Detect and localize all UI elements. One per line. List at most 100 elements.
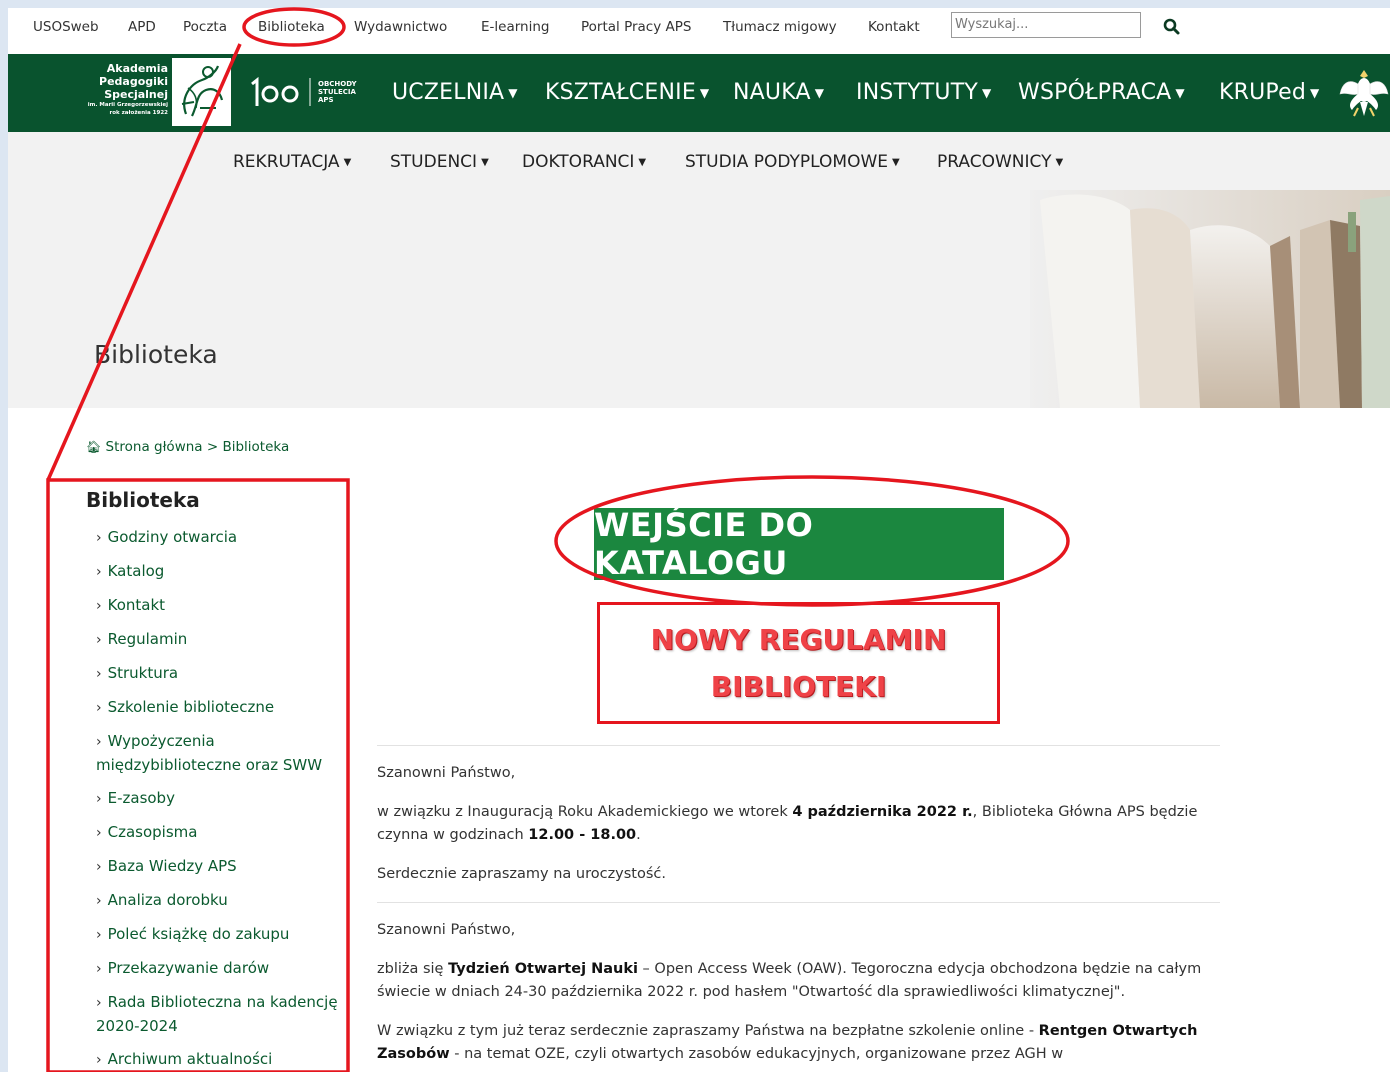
- chevron-right-icon: ›: [96, 893, 102, 909]
- nav-label: KSZTAŁCENIE: [545, 80, 696, 105]
- top-link-e-learning[interactable]: E-learning: [481, 19, 549, 35]
- nav-kruped[interactable]: KRUPed ▼: [1219, 80, 1319, 105]
- subnav-label: REKRUTACJA: [233, 152, 340, 172]
- chevron-right-icon: ›: [96, 564, 102, 580]
- sidebar-item-struktura[interactable]: › Struktura: [86, 662, 346, 686]
- sidebar-item-archiwum[interactable]: › Archiwum aktualności: [86, 1048, 346, 1072]
- chevron-right-icon: ›: [96, 632, 102, 648]
- subnav-doktoranci[interactable]: DOKTORANCI ▼: [522, 152, 646, 172]
- news-paragraph: w związku z Inauguracją Roku Akademickie…: [377, 801, 1222, 847]
- sidebar-item-label: Przekazywanie darów: [107, 959, 270, 977]
- search-icon[interactable]: [1162, 17, 1182, 37]
- logo-line: im. Marii Grzegorzewskiej: [87, 102, 168, 108]
- caret-down-icon: ▼: [1175, 86, 1185, 100]
- catalog-entry-button[interactable]: WEJŚCIE DO KATALOGU: [594, 506, 1004, 582]
- sidebar-item-wypozyczenia[interactable]: › Wypożyczenia międzybiblioteczne oraz SW…: [86, 730, 346, 777]
- top-link-tlumacz-migowy[interactable]: Tłumacz migowy: [723, 19, 837, 35]
- nav-ksztalcenie[interactable]: KSZTAŁCENIE ▼: [545, 80, 709, 105]
- regulation-line: BIBLIOTEKI: [710, 670, 887, 703]
- sidebar-item-rada-biblioteczna[interactable]: › Rada Biblioteczna na kadencję 2020-2024: [86, 991, 346, 1038]
- main-header: Akademia Pedagogiki Specjalnej im. Marii…: [8, 54, 1390, 132]
- nav-label: NAUKA: [733, 80, 811, 105]
- subnav-label: STUDENCI: [390, 152, 478, 172]
- caret-down-icon: ▼: [343, 156, 352, 168]
- breadcrumb-home[interactable]: Strona główna: [106, 439, 203, 455]
- sidebar-item-regulamin[interactable]: › Regulamin: [86, 628, 346, 652]
- top-link-apd[interactable]: APD: [128, 19, 156, 35]
- nav-label: INSTYTUTY: [856, 80, 979, 105]
- sidebar-item-e-zasoby[interactable]: › E-zasoby: [86, 787, 346, 811]
- sidebar-item-kontakt[interactable]: › Kontakt: [86, 594, 346, 618]
- caret-down-icon: ▼: [982, 86, 992, 100]
- news-paragraph: W związku z tym już teraz serdecznie zap…: [377, 1020, 1222, 1066]
- regulation-line: NOWY REGULAMIN: [650, 623, 947, 656]
- sidebar-item-label: Baza Wiedzy APS: [107, 857, 237, 875]
- subnav-pracownicy[interactable]: PRACOWNICY ▼: [937, 152, 1063, 172]
- sidebar-item-label: Rada Biblioteczna na kadencję 2020-2024: [96, 993, 338, 1035]
- chevron-right-icon: ›: [96, 700, 102, 716]
- sidebar-menu: › Godziny otwarcia › Katalog › Kontakt › Reg…: [86, 526, 346, 1072]
- home-icon[interactable]: 🏠︎: [86, 440, 101, 454]
- caret-down-icon: ▼: [638, 156, 647, 168]
- chevron-right-icon: ›: [96, 791, 102, 807]
- sidebar-item-label: Kontakt: [107, 596, 166, 614]
- sidebar-item-label: Godziny otwarcia: [107, 528, 238, 546]
- subnav-studia-podyplomowe[interactable]: STUDIA PODYPLOMOWE ▼: [685, 152, 900, 172]
- event-highlight: Tydzień Otwartej Nauki: [448, 961, 638, 977]
- logo-line: Pedagogiki: [99, 75, 168, 88]
- news-paragraph: zbliża się Tydzień Otwartej Nauki – Open…: [377, 958, 1222, 1004]
- chevron-right-icon: ›: [96, 995, 102, 1011]
- nav-uczelnia[interactable]: UCZELNIA ▼: [392, 80, 518, 105]
- nav-label: WSPÓŁPRACA: [1018, 80, 1172, 105]
- top-link-biblioteka[interactable]: Biblioteka: [258, 19, 325, 35]
- regulation-text: NOWY REGULAMIN BIBLIOTEKI: [651, 616, 947, 710]
- caret-down-icon: ▼: [892, 156, 900, 168]
- top-link-kontakt[interactable]: Kontakt: [868, 19, 920, 35]
- subnav-rekrutacja[interactable]: REKRUTACJA ▼: [233, 152, 351, 172]
- books-image: [1030, 190, 1390, 408]
- sidebar-item-polec-ksiazke[interactable]: › Poleć książkę do zakupu: [86, 923, 346, 947]
- caret-down-icon: ▼: [508, 86, 518, 100]
- nav-instytuty[interactable]: INSTYTUTY ▼: [856, 80, 991, 105]
- chevron-right-icon: ›: [96, 859, 102, 875]
- centenary-text: APS: [318, 96, 334, 104]
- subnav-studenci[interactable]: STUDENCI ▼: [390, 152, 489, 172]
- divider: [377, 745, 1220, 746]
- sidebar-item-baza-wiedzy[interactable]: › Baza Wiedzy APS: [86, 855, 346, 879]
- sidebar-item-label: Szkolenie biblioteczne: [107, 698, 275, 716]
- chevron-right-icon: ›: [96, 825, 102, 841]
- caret-down-icon: ▼: [1055, 156, 1064, 168]
- text-span: .: [636, 827, 641, 843]
- sidebar-title: Biblioteka: [86, 488, 200, 512]
- sidebar-item-godziny-otwarcia[interactable]: › Godziny otwarcia: [86, 526, 346, 550]
- nav-nauka[interactable]: NAUKA ▼: [733, 80, 824, 105]
- sidebar-item-analiza-dorobku[interactable]: › Analiza dorobku: [86, 889, 346, 913]
- sidebar-item-czasopisma[interactable]: › Czasopisma: [86, 821, 346, 845]
- page-title: Biblioteka: [94, 340, 218, 369]
- nav-wspolpraca[interactable]: WSPÓŁPRACA ▼: [1018, 80, 1185, 105]
- divider: [377, 902, 1220, 903]
- sidebar-item-szkolenie[interactable]: › Szkolenie biblioteczne: [86, 696, 346, 720]
- search-input[interactable]: Wyszukaj...: [951, 12, 1141, 38]
- chevron-right-icon: ›: [96, 598, 102, 614]
- greeting-text: Szanowni Państwo,: [377, 765, 516, 781]
- sidebar-item-katalog[interactable]: › Katalog: [86, 560, 346, 584]
- subnav-label: PRACOWNICY: [937, 152, 1052, 172]
- text-span: w związku z Inauguracją Roku Akademickie…: [377, 804, 793, 820]
- new-regulation-banner[interactable]: NOWY REGULAMIN BIBLIOTEKI: [597, 602, 1000, 724]
- sidebar-item-label: E-zasoby: [107, 789, 175, 807]
- university-emblem-icon[interactable]: [172, 58, 231, 126]
- caret-down-icon: ▼: [699, 86, 710, 100]
- breadcrumb-current: Biblioteka: [222, 439, 290, 455]
- sidebar-item-label: Poleć książkę do zakupu: [107, 925, 290, 943]
- top-link-portal-pracy[interactable]: Portal Pracy APS: [581, 19, 691, 35]
- sidebar-item-przekazywanie-darow[interactable]: › Przekazywanie darów: [86, 957, 346, 981]
- text-span: W związku z tym już teraz serdecznie zap…: [377, 1023, 1039, 1039]
- top-link-wydawnictwo[interactable]: Wydawnictwo: [354, 19, 447, 35]
- top-link-poczta[interactable]: Poczta: [183, 19, 227, 35]
- top-link-usosweb[interactable]: USOSweb: [33, 19, 99, 35]
- university-logo-text[interactable]: Akademia Pedagogiki Specjalnej im. Marii…: [76, 62, 168, 117]
- chevron-right-icon: ›: [96, 530, 102, 546]
- subnav-label: DOKTORANCI: [522, 152, 635, 172]
- centenary-text: OBCHODY: [318, 80, 357, 88]
